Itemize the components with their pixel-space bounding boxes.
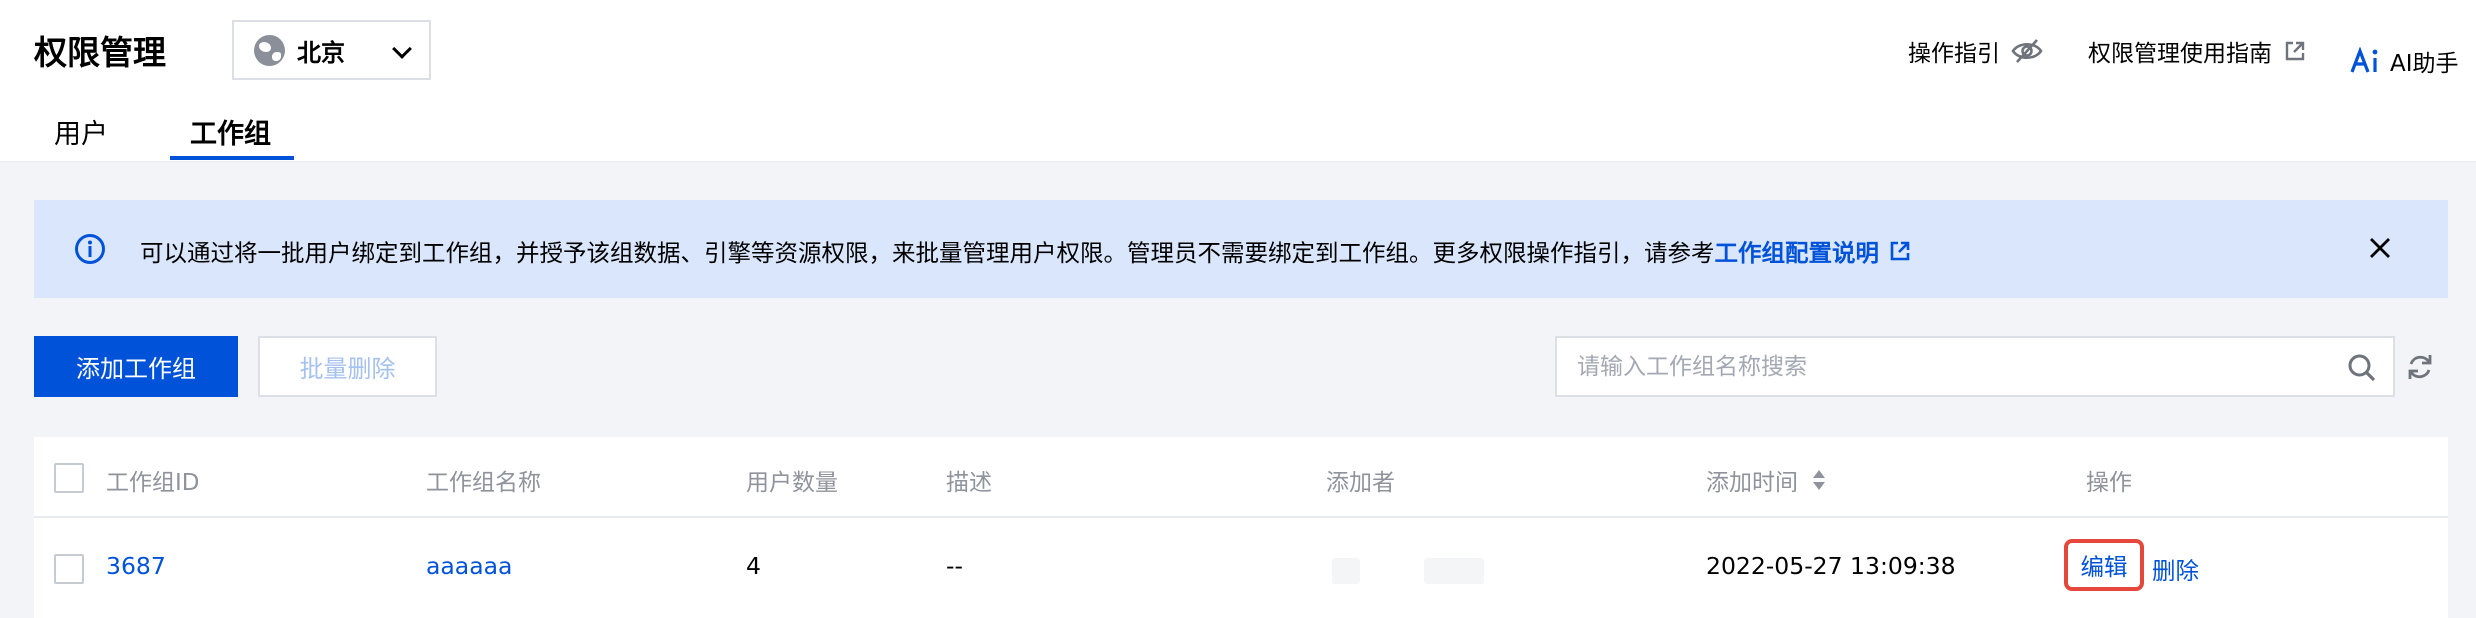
refresh-icon[interactable] xyxy=(2404,351,2436,383)
info-banner: 可以通过将一批用户绑定到工作组，并授予该组数据、引擎等资源权限，来批量管理用户权… xyxy=(34,200,2448,298)
table-row: 3687 aaaaaa 4 -- 2022-05-27 13:09:38 编辑 … xyxy=(34,520,2448,618)
info-text: 可以通过将一批用户绑定到工作组，并授予该组数据、引擎等资源权限，来批量管理用户权… xyxy=(140,234,1911,268)
operation-guide-label: 操作指引 xyxy=(1908,41,2000,67)
external-link-icon[interactable] xyxy=(1889,240,1911,262)
external-link-icon xyxy=(2285,41,2305,61)
column-header-name: 工作组名称 xyxy=(426,470,541,496)
creator-redacted xyxy=(1424,558,1484,584)
column-header-user-count: 用户数量 xyxy=(746,470,838,496)
added-time-label: 添加时间 xyxy=(1706,470,1798,496)
top-header: 权限管理 北京 操作指引 权限管理使用指南 AI助手 用户 工作组 xyxy=(0,0,2476,162)
search-input[interactable] xyxy=(1577,338,2317,395)
workgroup-table: 工作组ID 工作组名称 用户数量 描述 添加者 添加时间 操作 3687 aaa… xyxy=(34,437,2448,618)
sort-icon[interactable] xyxy=(1812,469,1826,491)
tab-workgroups[interactable]: 工作组 xyxy=(190,112,271,151)
workgroup-id-link[interactable]: 3687 xyxy=(106,552,166,580)
add-workgroup-button[interactable]: 添加工作组 xyxy=(34,336,238,397)
manual-link-label: 权限管理使用指南 xyxy=(2088,41,2272,67)
workgroup-name-link[interactable]: aaaaaa xyxy=(426,552,512,580)
edit-action[interactable]: 编辑 xyxy=(2064,539,2144,591)
info-message: 可以通过将一批用户绑定到工作组，并授予该组数据、引擎等资源权限，来批量管理用户权… xyxy=(140,239,1715,267)
globe-icon xyxy=(254,34,285,66)
region-label: 北京 xyxy=(297,38,345,67)
search-icon[interactable] xyxy=(2347,353,2377,383)
column-header-added-time[interactable]: 添加时间 xyxy=(1706,463,1826,497)
column-header-creator: 添加者 xyxy=(1326,470,1395,496)
close-icon[interactable] xyxy=(2368,236,2392,260)
page-title: 权限管理 xyxy=(34,33,166,72)
select-all-checkbox[interactable] xyxy=(54,463,84,493)
search-box[interactable] xyxy=(1555,336,2395,397)
info-icon xyxy=(75,234,105,264)
region-select[interactable]: 北京 xyxy=(232,20,431,80)
description: -- xyxy=(946,552,963,580)
ai-icon xyxy=(2350,47,2378,73)
table-header: 工作组ID 工作组名称 用户数量 描述 添加者 添加时间 操作 xyxy=(34,437,2448,518)
column-header-actions: 操作 xyxy=(2086,470,2132,496)
delete-action[interactable]: 删除 xyxy=(2152,552,2199,586)
row-checkbox[interactable] xyxy=(54,554,84,584)
workgroup-config-link[interactable]: 工作组配置说明 xyxy=(1715,234,1880,268)
creator-redacted xyxy=(1332,558,1360,584)
batch-delete-button[interactable]: 批量删除 xyxy=(258,336,437,397)
tab-users[interactable]: 用户 xyxy=(54,112,108,151)
chevron-down-icon xyxy=(392,39,412,59)
ai-assistant-button[interactable]: AI助手 xyxy=(2350,44,2459,78)
operation-guide-toggle[interactable]: 操作指引 xyxy=(1908,34,2044,68)
column-header-id: 工作组ID xyxy=(106,470,200,496)
column-header-description: 描述 xyxy=(946,470,992,496)
ai-assistant-label: AI助手 xyxy=(2390,51,2459,77)
user-count: 4 xyxy=(746,552,761,580)
added-time: 2022-05-27 13:09:38 xyxy=(1706,552,1956,580)
manual-link[interactable]: 权限管理使用指南 xyxy=(2088,34,2306,68)
active-tab-indicator xyxy=(170,156,294,160)
eye-off-icon xyxy=(2011,39,2043,63)
